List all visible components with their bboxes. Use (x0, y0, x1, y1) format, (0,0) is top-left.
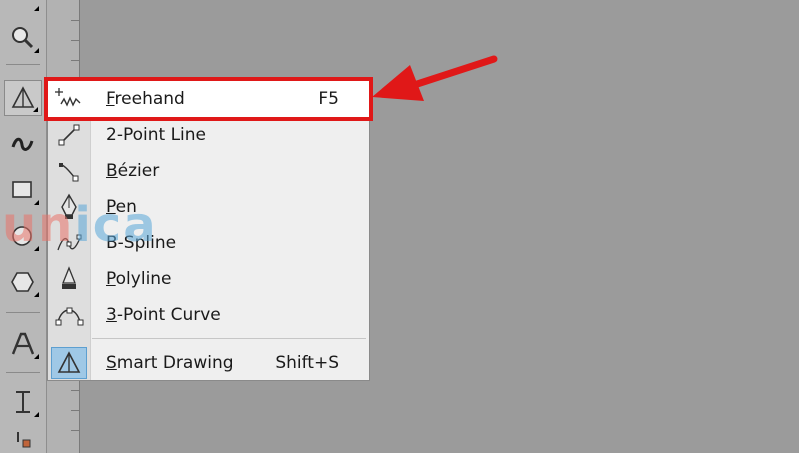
shortcut-label: Shift+S (275, 353, 339, 373)
text-tool[interactable] (4, 326, 42, 362)
freehand-tool[interactable] (4, 80, 42, 116)
polygon-tool[interactable] (4, 264, 42, 300)
menu-item-label: Freehand (106, 89, 185, 109)
artistic-media-tool[interactable] (4, 126, 42, 162)
menu-item-label: 2-Point Line (106, 125, 206, 145)
red-pointer-arrow-icon (372, 55, 498, 101)
menu-item-label: Smart Drawing (106, 353, 234, 373)
shortcut-label: F5 (318, 89, 339, 109)
dimension-tool[interactable] (4, 384, 42, 420)
menu-item-2-point-line[interactable]: 2-Point Line (48, 117, 369, 153)
smart-drawing-icon (51, 347, 87, 379)
menu-item-freehand[interactable]: Freehand F5 (44, 77, 373, 121)
two-point-line-icon (48, 117, 90, 153)
dimension-icon (16, 391, 30, 413)
menu-item-polyline[interactable]: Polyline (48, 261, 369, 297)
flyout-corner-icon (34, 354, 39, 359)
menu-item-3-point-curve[interactable]: 3-Point Curve (48, 297, 369, 333)
menu-item-label: Polyline (106, 269, 172, 289)
unica-watermark: unica (2, 197, 158, 253)
zoom-tool[interactable] (4, 20, 42, 56)
flyout-corner-icon (34, 48, 39, 53)
flyout-corner-icon (34, 292, 39, 297)
menu-item-bezier[interactable]: Bézier (48, 153, 369, 189)
zoom-icon (12, 27, 34, 49)
menu-separator (92, 338, 366, 339)
artistic-media-icon (11, 137, 34, 151)
three-point-curve-icon (48, 297, 90, 333)
bezier-icon (48, 153, 90, 189)
menu-item-label: 3-Point Curve (106, 305, 221, 325)
smart-drawing-icon-wrap (48, 345, 90, 381)
polygon-icon (11, 272, 34, 292)
flyout-corner-icon (33, 107, 38, 112)
text-icon (11, 332, 35, 355)
menu-item-smart-drawing[interactable]: Smart Drawing Shift+S (48, 345, 369, 381)
connector-tool[interactable] (4, 428, 42, 452)
flyout-corner-icon (34, 412, 39, 417)
freehand-icon (48, 81, 90, 117)
menu-item-label: Bézier (106, 161, 160, 181)
flyout-corner-icon (34, 6, 39, 11)
toolbox-top-tool[interactable] (4, 0, 42, 14)
polyline-icon (48, 261, 90, 297)
connector-icon (17, 432, 31, 448)
